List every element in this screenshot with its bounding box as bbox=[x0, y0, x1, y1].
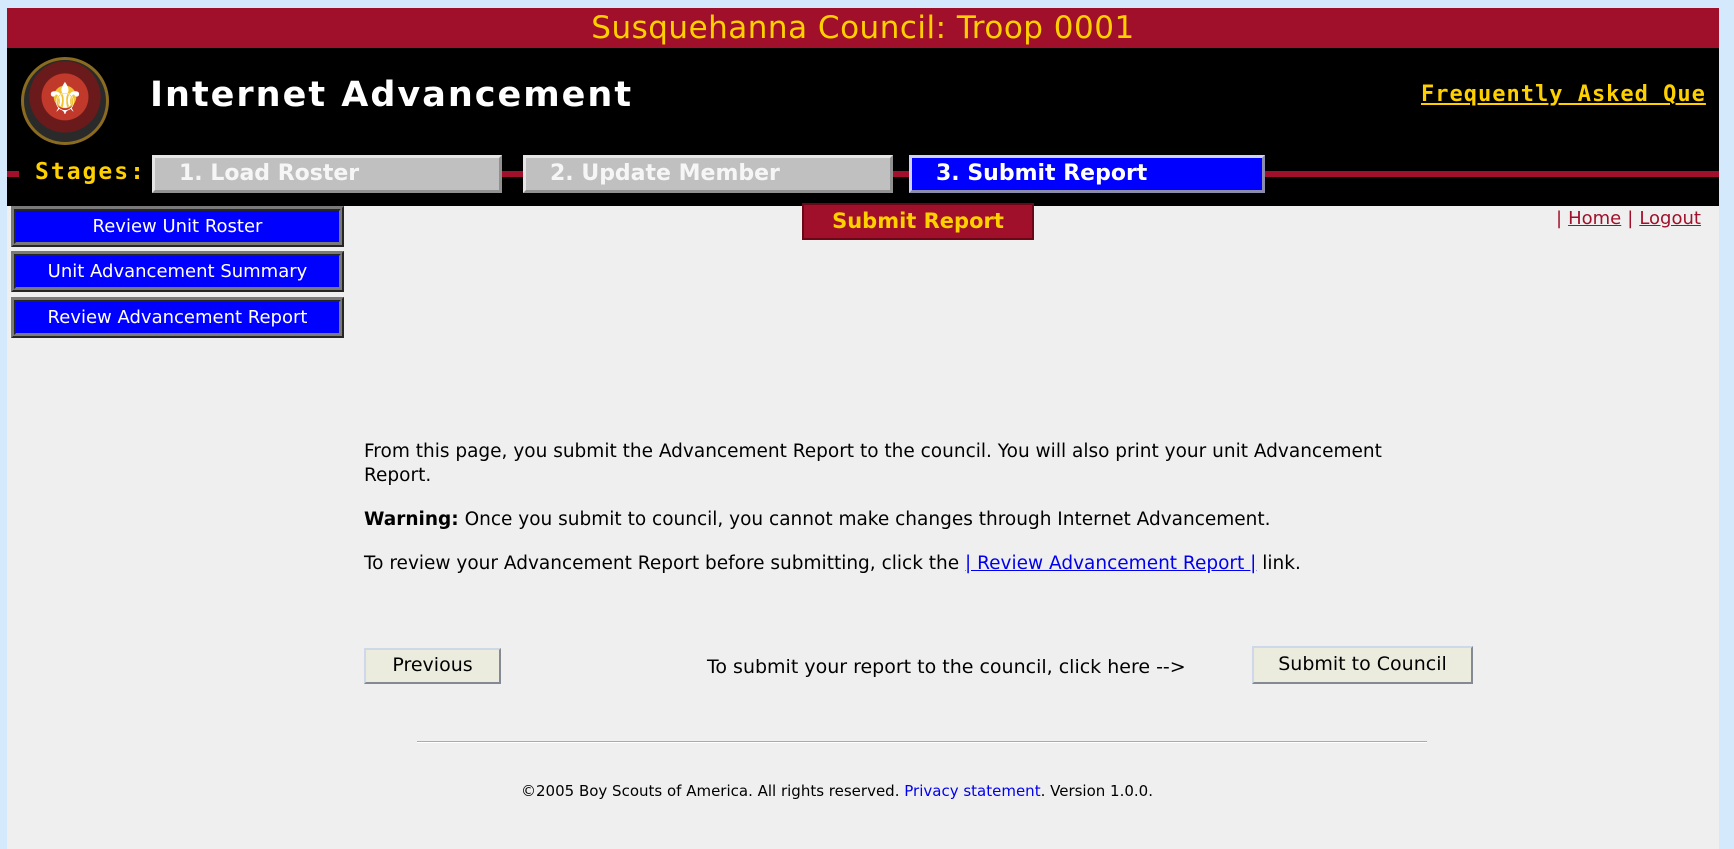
footer: ©2005 Boy Scouts of America. All rights … bbox=[521, 782, 1153, 800]
review-instruction: To review your Advancement Report before… bbox=[364, 552, 1444, 576]
version-text: . Version 1.0.0. bbox=[1040, 782, 1153, 800]
nav-review-unit-roster[interactable]: Review Unit Roster bbox=[11, 206, 344, 247]
submit-prompt: To submit your report to the council, cl… bbox=[707, 656, 1186, 678]
intro-text: From this page, you submit the Advanceme… bbox=[364, 441, 1382, 486]
link-separator: | bbox=[1556, 208, 1563, 229]
review-text-before: To review your Advancement Report before… bbox=[364, 553, 966, 574]
nav-review-advancement-report[interactable]: Review Advancement Report bbox=[11, 297, 344, 338]
copyright-text: ©2005 Boy Scouts of America. All rights … bbox=[521, 782, 900, 800]
stage-load-roster[interactable]: 1. Load Roster bbox=[152, 155, 502, 193]
stage-submit-report[interactable]: 3. Submit Report bbox=[909, 155, 1265, 193]
stages-label: Stages: bbox=[31, 159, 150, 185]
stage-update-member[interactable]: 2. Update Member bbox=[523, 155, 893, 193]
stage-divider-line bbox=[7, 171, 19, 177]
app-header: Internet Advancement Frequently Asked Qu… bbox=[7, 48, 1719, 206]
top-links: | Home | Logout bbox=[1550, 208, 1701, 229]
council-title-bar: Susquehanna Council: Troop 0001 bbox=[7, 8, 1719, 48]
submit-to-council-button[interactable]: Submit to Council bbox=[1252, 646, 1473, 684]
council-title: Susquehanna Council: Troop 0001 bbox=[591, 10, 1135, 46]
warning-text: Warning: Once you submit to council, you… bbox=[364, 508, 1444, 532]
review-text-after: link. bbox=[1256, 553, 1301, 574]
home-link[interactable]: Home bbox=[1568, 208, 1621, 229]
previous-button[interactable]: Previous bbox=[364, 648, 501, 684]
footer-divider bbox=[417, 741, 1427, 743]
app-frame: Susquehanna Council: Troop 0001 Internet… bbox=[7, 8, 1719, 849]
instructions: From this page, you submit the Advanceme… bbox=[364, 440, 1444, 596]
warning-body: Once you submit to council, you cannot m… bbox=[458, 509, 1271, 530]
faq-link[interactable]: Frequently Asked Que bbox=[1421, 82, 1706, 107]
app-title: Internet Advancement bbox=[150, 75, 634, 115]
bsa-logo-icon bbox=[21, 57, 109, 145]
stages-bar: Stages: 1. Load Roster 2. Update Member … bbox=[7, 155, 1719, 193]
nav-unit-advancement-summary[interactable]: Unit Advancement Summary bbox=[11, 251, 344, 292]
warning-label: Warning: bbox=[364, 509, 459, 530]
logout-link[interactable]: Logout bbox=[1639, 208, 1701, 229]
privacy-statement-link[interactable]: Privacy statement bbox=[904, 782, 1040, 800]
section-title: Submit Report bbox=[802, 203, 1034, 240]
review-advancement-report-link[interactable]: | Review Advancement Report | bbox=[965, 553, 1256, 574]
stage-divider-line bbox=[1259, 171, 1719, 177]
link-separator: | bbox=[1627, 208, 1634, 229]
